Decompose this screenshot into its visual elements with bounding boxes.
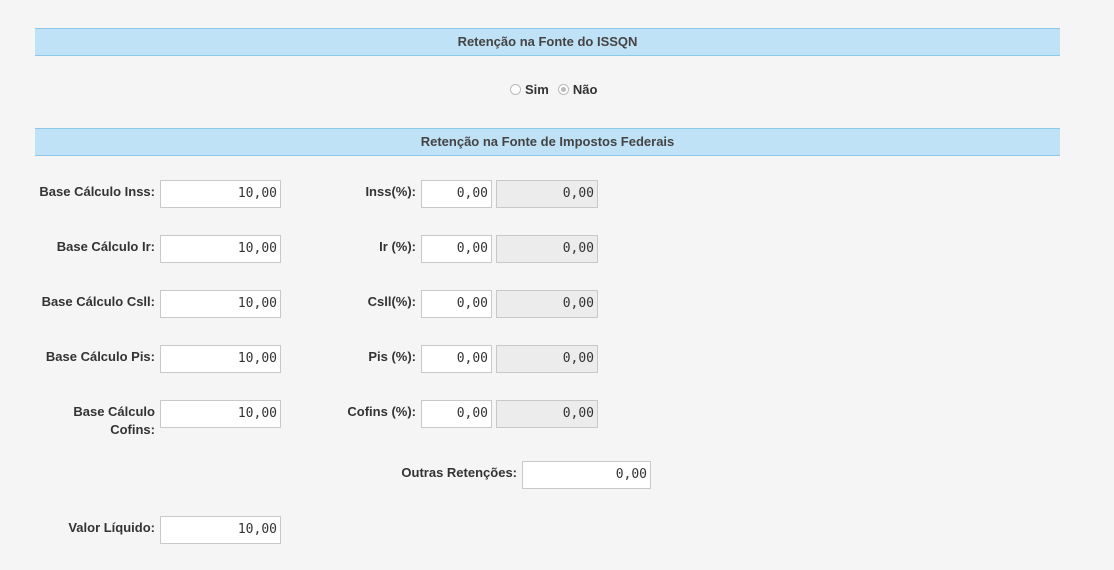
federal-section-header: Retenção na Fonte de Impostos Federais — [35, 128, 1060, 156]
cofins-pct-input[interactable]: 0,00 — [421, 400, 492, 428]
base-cofins-label-line1: Base Cálculo — [73, 404, 155, 419]
iss-section-header: Retenção na Fonte do ISSQN — [35, 28, 1060, 56]
base-csll-label: Base Cálculo Csll: — [41, 294, 155, 309]
ir-pct-label: Ir (%): — [379, 239, 416, 254]
base-ir-input[interactable]: 10,00 — [160, 235, 281, 263]
inss-pct-input[interactable]: 0,00 — [421, 180, 492, 208]
base-cofins-input[interactable]: 10,00 — [160, 400, 281, 428]
pis-pct-label: Pis (%): — [368, 349, 416, 364]
outras-retencoes-input[interactable]: 0,00 — [522, 461, 651, 489]
pis-pct-input[interactable]: 0,00 — [421, 345, 492, 373]
nao-radio-label[interactable]: Não — [573, 82, 598, 97]
cofins-amount-field: 0,00 — [496, 400, 598, 428]
csll-amount-field: 0,00 — [496, 290, 598, 318]
base-ir-label: Base Cálculo Ir: — [56, 239, 155, 254]
inss-amount-field: 0,00 — [496, 180, 598, 208]
cofins-pct-label: Cofins (%): — [347, 404, 416, 419]
ir-pct-input[interactable]: 0,00 — [421, 235, 492, 263]
base-inss-label: Base Cálculo Inss: — [39, 184, 155, 199]
inss-pct-label: Inss(%): — [365, 184, 416, 199]
outras-retencoes-label: Outras Retenções: — [401, 465, 517, 480]
base-inss-input[interactable]: 10,00 — [160, 180, 281, 208]
valor-liquido-label: Valor Líquido: — [68, 520, 155, 535]
base-pis-input[interactable]: 10,00 — [160, 345, 281, 373]
nao-radio[interactable] — [557, 84, 569, 95]
base-cofins-label-line2: Cofins: — [110, 422, 155, 437]
base-pis-label: Base Cálculo Pis: — [45, 349, 155, 364]
sim-radio[interactable] — [510, 84, 521, 95]
valor-liquido-input[interactable]: 10,00 — [160, 516, 281, 544]
base-csll-input[interactable]: 10,00 — [160, 290, 281, 318]
iss-retention-radio-group: Sim Não — [510, 82, 606, 97]
base-cofins-label: Base Cálculo Cofins: — [73, 403, 155, 439]
csll-pct-input[interactable]: 0,00 — [421, 290, 492, 318]
ir-amount-field: 0,00 — [496, 235, 598, 263]
csll-pct-label: Csll(%): — [367, 294, 416, 309]
pis-amount-field: 0,00 — [496, 345, 598, 373]
sim-radio-label[interactable]: Sim — [525, 82, 549, 97]
